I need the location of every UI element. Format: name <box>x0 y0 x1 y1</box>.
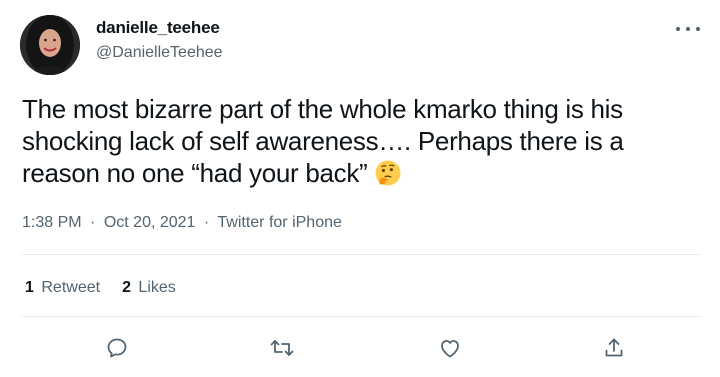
tweet-date[interactable]: Oct 20, 2021 <box>104 214 196 231</box>
likes-stat[interactable]: 2 Likes <box>122 279 176 297</box>
thinking-face-emoji-icon <box>375 160 401 186</box>
display-name[interactable]: danielle_teehee <box>96 18 220 38</box>
more-options-icon[interactable] <box>676 22 700 36</box>
like-heart-icon <box>441 340 459 358</box>
action-bar <box>0 330 720 366</box>
reply-button[interactable] <box>103 334 131 362</box>
likes-count: 2 <box>122 279 131 296</box>
avatar[interactable] <box>20 15 80 75</box>
user-handle[interactable]: @DanielleTeehee <box>96 44 223 62</box>
meta-separator: · <box>90 214 96 231</box>
reply-icon <box>107 338 127 358</box>
tweet-text-block: The most bizarre part of the whole kmark… <box>22 93 682 189</box>
retweet-button[interactable] <box>268 334 296 362</box>
tweet-source[interactable]: Twitter for iPhone <box>217 214 342 231</box>
tweet-meta: 1:38 PM · Oct 20, 2021 · Twitter for iPh… <box>22 214 342 232</box>
retweets-count: 1 <box>25 279 34 296</box>
tweet-text: The most bizarre part of the whole kmark… <box>22 94 624 188</box>
tweet-time[interactable]: 1:38 PM <box>22 214 82 231</box>
share-button[interactable] <box>600 334 628 362</box>
retweets-label: Retweet <box>41 279 101 296</box>
retweet-icon <box>270 340 294 356</box>
avatar-image <box>20 15 80 75</box>
divider <box>22 254 702 255</box>
tweet-stats: 1 Retweet 2 Likes <box>25 279 176 297</box>
retweets-stat[interactable]: 1 Retweet <box>25 279 100 297</box>
like-button[interactable] <box>436 334 464 362</box>
tweet-card: danielle_teehee @DanielleTeehee The most… <box>0 0 720 377</box>
meta-separator: · <box>203 214 210 231</box>
likes-label: Likes <box>138 279 176 296</box>
share-icon <box>605 338 623 357</box>
divider <box>22 316 702 317</box>
